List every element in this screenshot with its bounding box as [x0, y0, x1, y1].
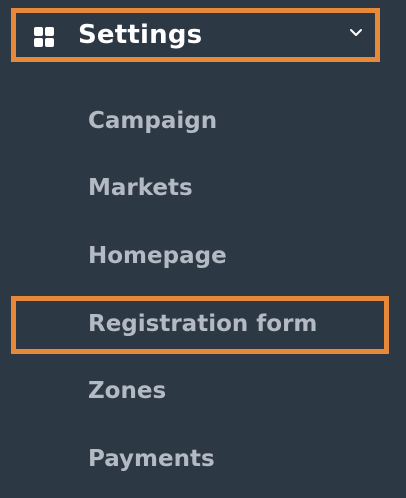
menu-item-markets[interactable]: Markets	[88, 173, 193, 203]
settings-title: Settings	[78, 20, 203, 50]
settings-header[interactable]: Settings	[11, 8, 380, 62]
settings-sidebar: Settings Campaign Markets Homepage Regis…	[0, 0, 406, 498]
menu-item-payments[interactable]: Payments	[88, 444, 215, 474]
chevron-down-icon[interactable]	[348, 25, 364, 41]
grid-icon	[34, 27, 54, 47]
menu-item-campaign[interactable]: Campaign	[88, 106, 217, 136]
menu-item-homepage[interactable]: Homepage	[88, 241, 227, 271]
menu-item-registration-form[interactable]: Registration form	[88, 309, 317, 339]
menu-item-zones[interactable]: Zones	[88, 376, 166, 406]
